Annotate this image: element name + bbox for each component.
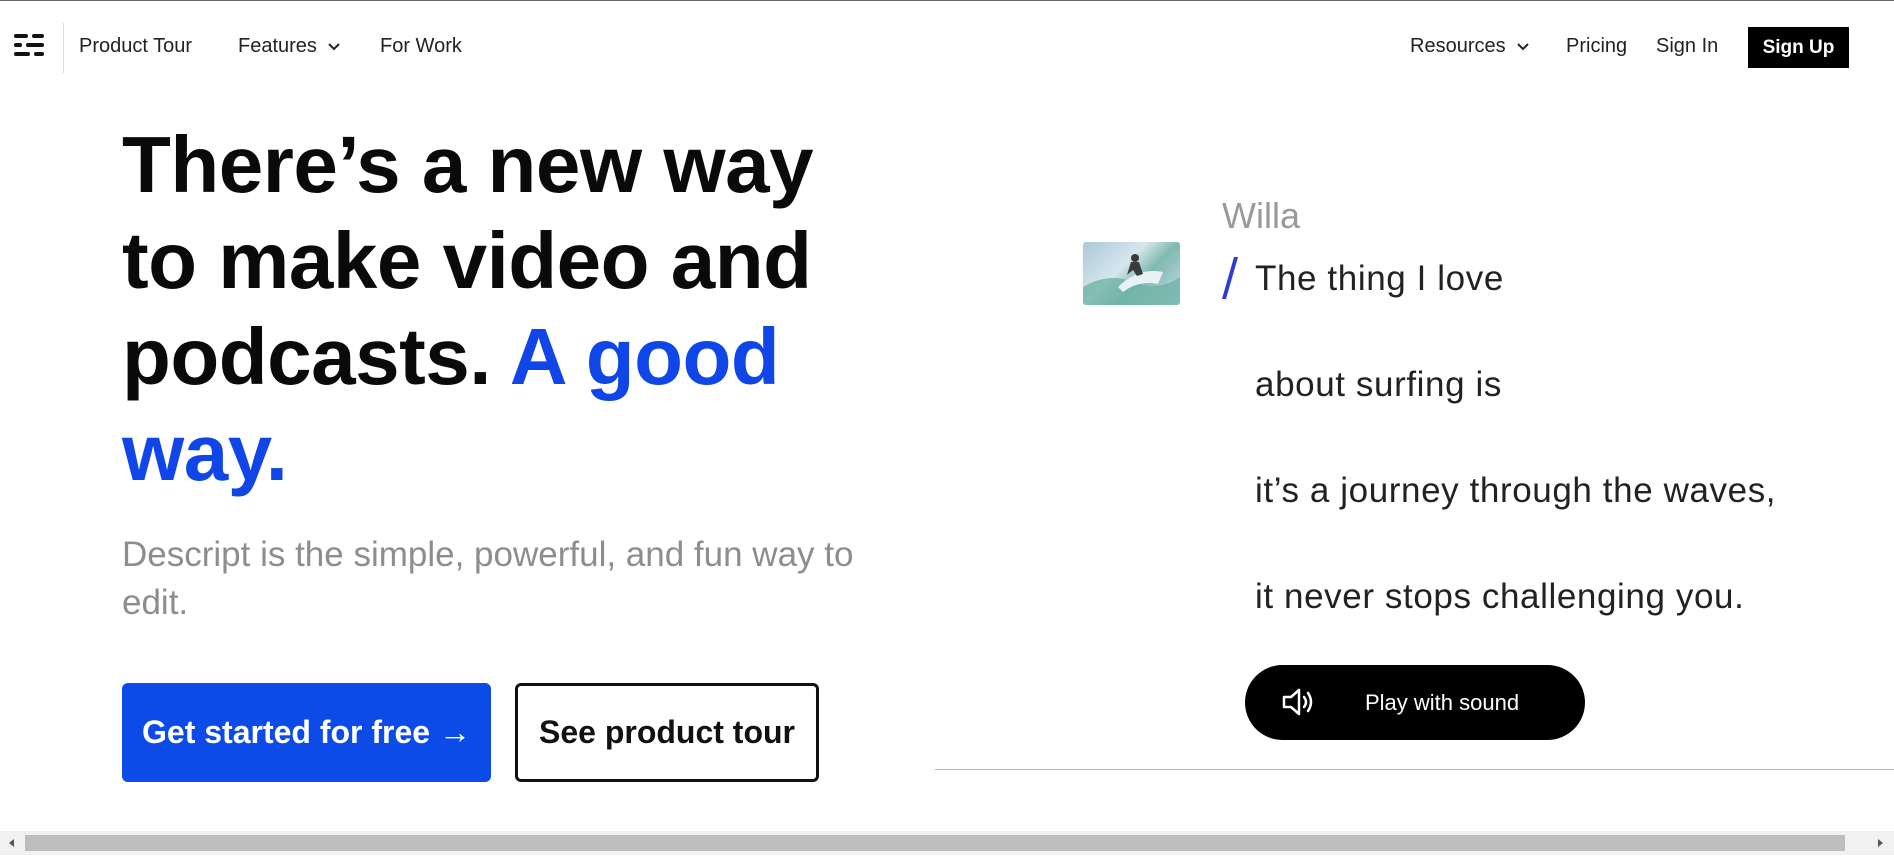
descript-logo-icon[interactable] [12,31,48,61]
play-with-sound-label: Play with sound [1365,690,1520,715]
transcript-line[interactable]: it’s a journey through the waves, [1255,471,1776,511]
text-cursor [1221,257,1239,299]
nav-features-label: Features [238,35,317,57]
scroll-left-icon[interactable] [4,835,20,851]
get-started-button[interactable]: Get started for free → [122,683,491,782]
scroll-right-icon[interactable] [1872,835,1888,851]
nav-pricing-label: Pricing [1566,35,1628,57]
transcript-line[interactable]: about surfing is [1255,365,1502,405]
nav-for-work[interactable]: For Work [380,35,462,58]
see-product-tour-button[interactable]: See product tour [515,683,819,782]
hero-headline: There’s a new way to make video and podc… [122,117,862,501]
play-with-sound-button[interactable]: Play with sound [1245,665,1585,740]
nav-product-tour[interactable]: Product Tour [79,35,192,58]
nav-for-work-label: For Work [380,35,462,57]
logo-divider [63,23,64,73]
chevron-down-icon [328,42,340,50]
chevron-down-icon [1516,42,1529,50]
sign-up-label: Sign Up [1762,36,1835,58]
page: Product Tour Features For Work Resources… [0,0,1894,856]
nav-features[interactable]: Features [238,35,341,58]
horizontal-scrollbar[interactable] [0,831,1894,855]
nav-resources[interactable]: Resources [1410,35,1530,58]
get-started-label: Get started for free → [142,714,471,750]
nav-pricing[interactable]: Pricing [1566,35,1627,58]
top-nav: Product Tour Features For Work Resources… [0,1,1894,93]
scrollbar-thumb[interactable] [25,835,1845,851]
transcript-line[interactable]: The thing I love [1255,259,1504,299]
demo-panel: Willa The thing I love about surfing is … [935,107,1894,770]
nav-product-tour-label: Product Tour [79,35,193,57]
see-product-tour-label: See product tour [538,714,795,750]
nav-sign-in[interactable]: Sign In [1656,35,1718,58]
sign-up-button[interactable]: Sign Up [1748,27,1849,68]
speaker-name: Willa [1222,195,1300,236]
transcript-line[interactable]: it never stops challenging you. [1255,577,1744,617]
speaker-icon [1282,688,1313,716]
nav-sign-in-label: Sign In [1656,35,1719,57]
video-thumbnail [1083,242,1180,305]
nav-resources-label: Resources [1410,35,1506,57]
hero-subhead: Descript is the simple, powerful, and fu… [122,535,854,622]
